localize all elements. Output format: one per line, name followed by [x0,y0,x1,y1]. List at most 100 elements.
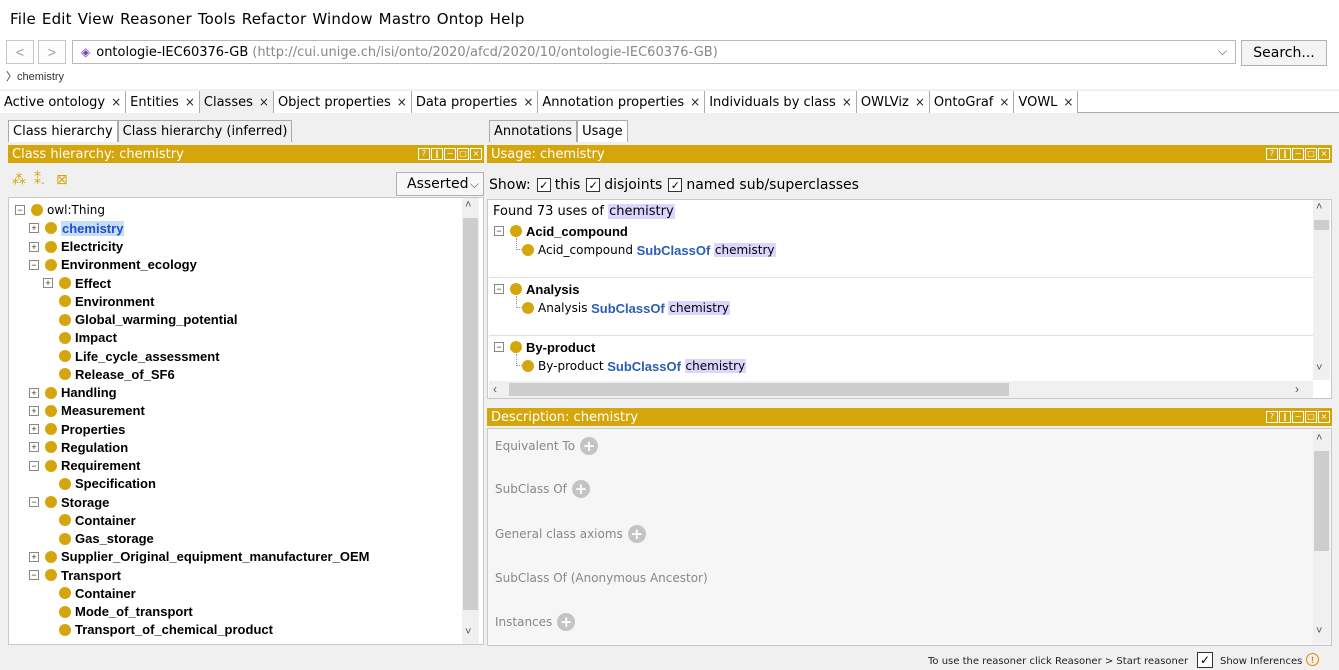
scroll-down-icon[interactable]: ˅ [1316,362,1322,374]
menu-refactor[interactable]: Refactor [242,10,307,28]
scroll-left-icon[interactable]: ‹ [493,382,497,396]
expand-icon[interactable]: + [29,223,39,234]
close-icon[interactable]: × [1063,95,1073,109]
maximize-icon[interactable]: □ [457,148,469,160]
split-icon[interactable]: − [1292,411,1304,423]
menu-ontop[interactable]: Ontop [437,10,484,28]
tree-node[interactable]: Container [59,511,136,529]
expand-icon[interactable]: + [43,278,53,288]
usage-axiom[interactable]: Analysis SubClassOf chemistry [522,299,730,317]
usage-group[interactable]: − Analysis [494,280,579,298]
menu-file[interactable]: File [10,10,36,28]
tree-node[interactable]: Impact [59,329,117,347]
usage-entity[interactable]: chemistry [608,204,675,219]
tree-node[interactable]: Specification [59,475,156,493]
chevron-down-icon[interactable]: ⌵ [470,177,479,192]
close-icon[interactable]: × [185,95,195,109]
ontology-selector[interactable]: ◈ ontologie-IEC60376-GB (http://cui.unig… [72,40,1236,64]
split-icon[interactable]: − [444,148,456,160]
tree-node[interactable]: + Regulation [29,438,128,456]
collapse-icon[interactable]: − [494,226,504,236]
menu-view[interactable]: View [78,10,114,28]
collapse-icon[interactable]: − [29,460,39,471]
plus-icon[interactable]: + [627,525,646,543]
axiom-object[interactable]: chemistry [668,301,730,315]
tab-active-ontology[interactable]: Active ontology × [0,91,127,113]
menu-tools[interactable]: Tools [198,10,236,28]
warning-icon[interactable]: ! [1306,653,1319,666]
show-inferences-checkbox[interactable]: ✓ [1197,652,1213,668]
pin-icon[interactable]: ‖ [1279,148,1291,160]
usage-group[interactable]: − By-product [494,338,595,356]
scroll-thumb[interactable] [509,383,1009,396]
class-tree[interactable]: − owl:Thing + chemistry + Electricity − Environ… [8,197,484,645]
menu-edit[interactable]: Edit [42,10,72,28]
usage-axiom[interactable]: Acid_compound SubClassOf chemistry [522,241,776,259]
usage-hscrollbar[interactable]: ‹ › [489,381,1313,398]
checkbox-this[interactable]: ✓ [536,178,551,192]
tree-node[interactable]: Mode_of_transport [59,603,193,621]
scroll-down-icon[interactable]: ˅ [1316,625,1322,637]
usage-axiom[interactable]: By-product SubClassOf chemistry [522,357,747,375]
collapse-icon[interactable]: − [29,497,39,507]
forward-button[interactable]: > [38,40,66,64]
tab-class-hierarchy[interactable]: Class hierarchy [8,120,118,142]
close-icon[interactable]: × [915,95,925,109]
menu-reasoner[interactable]: Reasoner [120,10,192,28]
close-icon[interactable]: × [523,95,533,109]
collapse-icon[interactable]: − [494,284,504,294]
expand-icon[interactable]: + [29,551,39,562]
close-icon[interactable]: × [999,95,1009,109]
menu-help[interactable]: Help [490,10,525,28]
class-tree-scrollbar[interactable]: ˄ ˅ [462,198,479,644]
help-icon[interactable]: ? [1266,411,1278,423]
hierarchy-mode-select[interactable]: Asserted ⌵ [396,172,484,196]
plus-icon[interactable]: + [571,480,590,498]
scroll-right-icon[interactable]: › [1295,382,1299,396]
tab-class-hierarchy-inferred[interactable]: Class hierarchy (inferred) [117,120,293,142]
description-scrollbar[interactable]: ˄ ˅ [1313,431,1330,643]
tab-usage[interactable]: Usage [577,120,628,142]
scroll-thumb[interactable] [463,218,478,610]
breadcrumb-item[interactable]: chemistry [17,71,64,83]
tree-node[interactable]: − Requirement [29,457,140,475]
search-button[interactable]: Search... [1241,40,1327,66]
tree-node[interactable]: Gas_storage [59,530,154,548]
expand-icon[interactable]: + [29,424,39,434]
axiom-object[interactable]: chemistry [713,243,776,257]
tab-individuals-by-class[interactable]: Individuals by class × [705,91,857,113]
close-icon[interactable]: × [259,95,269,109]
tree-node[interactable]: Global_warming_potential [59,311,238,329]
expand-icon[interactable]: + [29,442,39,453]
add-sibling-icon[interactable]: ⁑. [34,171,45,188]
split-icon[interactable]: − [1292,148,1304,160]
scroll-thumb[interactable] [1314,451,1329,551]
tree-node[interactable]: + Properties [29,420,125,438]
tree-node[interactable]: − Transport [29,566,121,584]
tab-vowl[interactable]: VOWL × [1014,91,1079,113]
expand-icon[interactable]: + [29,387,39,398]
close-view-icon[interactable]: × [470,148,482,160]
tree-node[interactable]: + Effect [43,274,111,292]
collapse-icon[interactable]: − [15,205,25,215]
chevron-down-icon[interactable]: ⌵ [1218,44,1227,59]
pin-icon[interactable]: ‖ [1279,411,1291,423]
tab-ontograf[interactable]: OntoGraf × [929,91,1015,113]
tab-data-properties[interactable]: Data properties × [411,91,539,113]
usage-group[interactable]: − Acid_compound [494,222,628,240]
scroll-up-icon[interactable]: ˄ [1316,432,1322,444]
plus-icon[interactable]: + [580,437,599,455]
scroll-up-icon[interactable]: ˄ [1316,201,1322,213]
tab-object-properties[interactable]: Object properties × [273,91,412,113]
tab-annotation-properties[interactable]: Annotation properties × [538,91,706,113]
back-button[interactable]: < [6,40,34,64]
collapse-icon[interactable]: − [29,259,39,270]
help-icon[interactable]: ? [1266,148,1278,160]
tree-node[interactable]: + Electricity [29,238,123,256]
tab-owlviz[interactable]: OWLViz × [856,91,930,113]
tree-node[interactable]: Environment [59,292,154,310]
tree-node[interactable]: Life_cycle_assessment [59,347,220,365]
close-icon[interactable]: × [111,95,121,109]
delete-class-icon[interactable]: ⊠ [56,171,68,188]
tab-entities[interactable]: Entities × [126,91,200,113]
